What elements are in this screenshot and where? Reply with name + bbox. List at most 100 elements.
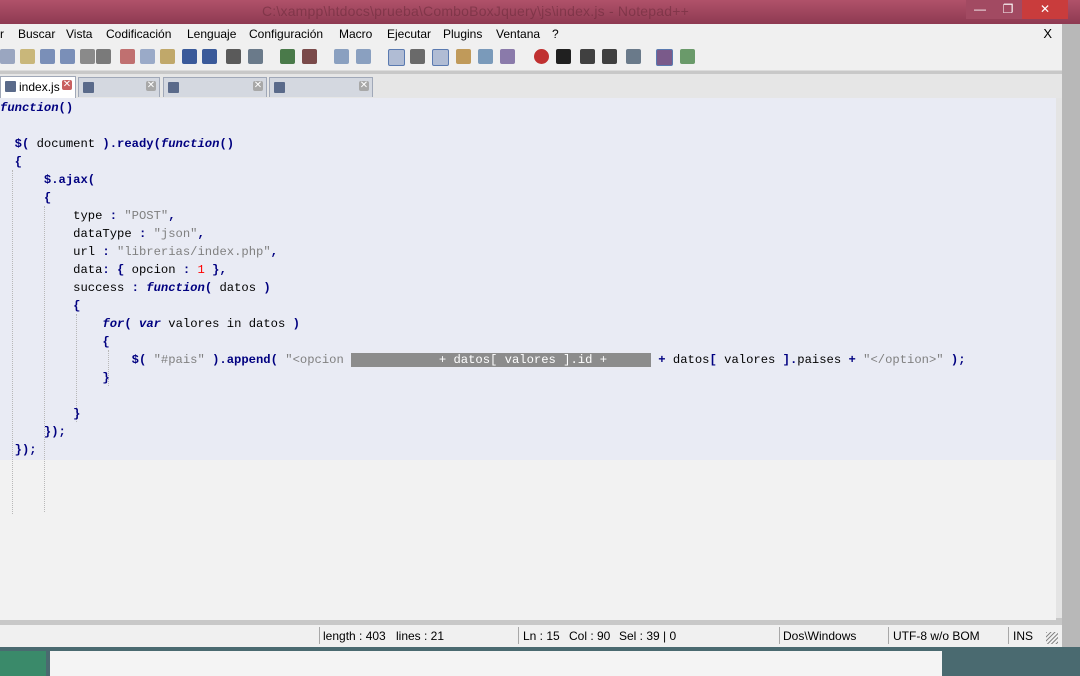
menu-item-codificacion[interactable]: Codificación [106,27,171,41]
word-wrap-icon[interactable] [388,49,405,66]
tab-close-icon[interactable]: ✕ [359,81,369,91]
tab-close-icon[interactable]: ✕ [62,80,72,90]
record-macro-icon[interactable] [534,49,549,64]
code-line[interactable]: } [0,405,80,423]
code-token: [ [709,353,725,367]
new-file-icon[interactable] [0,49,15,64]
code-line[interactable]: $.ajax( [0,171,95,189]
taskbar-window[interactable] [50,651,942,676]
code-line[interactable]: $( document ).ready(function() [0,135,234,153]
function-list-icon[interactable] [500,49,515,64]
open-file-icon[interactable] [20,49,35,64]
tab-file-3[interactable]: ✕ [163,77,267,97]
code-token: + datos[ valores ].id + [351,353,651,367]
code-line[interactable]: function() [0,99,73,117]
code-token: : [109,209,125,223]
close-document-button[interactable]: X [1043,26,1052,41]
stop-macro-icon[interactable] [556,49,571,64]
code-line[interactable]: { [0,297,80,315]
code-line[interactable]: for( var valores in datos ) [0,315,300,333]
code-line[interactable]: $( "#pais" ).append( "<opcion + datos[ v… [0,351,966,369]
user-lang-icon[interactable] [456,49,471,64]
copy-icon[interactable] [140,49,155,64]
menu-item-macro[interactable]: Macro [339,27,372,41]
status-column: Col : 90 [569,629,611,643]
code-line[interactable]: url : "librerias/index.php", [0,243,278,261]
menu-item-plugins[interactable]: Plugins [443,27,482,41]
status-eol[interactable]: Dos\Windows [783,629,856,643]
menu-item-vista[interactable]: Vista [66,27,92,41]
tab-close-icon[interactable]: ✕ [146,81,156,91]
cut-icon[interactable] [120,49,135,64]
code-token: "</option>" [863,353,944,367]
code-area[interactable]: function() $( document ).ready(function(… [0,98,1056,514]
print-icon[interactable] [96,49,111,64]
save-icon[interactable] [40,49,55,64]
code-line[interactable]: { [0,189,51,207]
code-token: datos [219,281,264,295]
show-all-chars-icon[interactable] [410,49,425,64]
save-macro-icon[interactable] [626,49,641,64]
code-token: dataType [0,227,139,241]
code-token: opcion [131,263,183,277]
code-line[interactable]: type : "POST", [0,207,175,225]
code-line[interactable]: { [0,153,22,171]
zoom-in-icon[interactable] [280,49,295,64]
code-token: valores [724,353,783,367]
menu-item-lenguaje[interactable]: Lenguaje [187,27,236,41]
code-line[interactable]: }); [0,423,66,441]
zoom-out-icon[interactable] [302,49,317,64]
menu-item-ejecutar[interactable]: Ejecutar [387,27,431,41]
menu-item-configuracion[interactable]: Configuración [249,27,323,41]
replace-icon[interactable] [248,49,263,64]
tab-file-4[interactable]: ✕ [269,77,373,97]
code-line[interactable]: { [0,333,109,351]
undo-icon[interactable] [182,49,197,64]
plugin-b-icon[interactable] [680,49,695,64]
tab-index-js[interactable]: index.js ✕ [0,76,76,98]
sync-vertical-icon[interactable] [334,49,349,64]
minimize-button[interactable]: — [966,0,994,19]
code-token: } [0,407,81,421]
menu-item-help[interactable]: ? [552,27,559,41]
status-insert-mode[interactable]: INS [1013,629,1033,643]
code-line[interactable]: success : function( datos ) [0,279,271,297]
code-line[interactable]: dataType : "json", [0,225,205,243]
code-token: function [0,101,59,115]
code-editor[interactable]: function() $( document ).ready(function(… [0,98,1056,620]
code-token: ).ready( [95,137,161,151]
tab-file-2[interactable]: ✕ [78,77,160,97]
code-line[interactable]: } [0,369,109,387]
redo-icon[interactable] [202,49,217,64]
close-file-icon[interactable] [80,49,95,64]
sync-horizontal-icon[interactable] [356,49,371,64]
close-window-button[interactable]: ✕ [1022,0,1068,19]
find-icon[interactable] [226,49,241,64]
tab-close-icon[interactable]: ✕ [253,81,263,91]
code-token: data [0,263,103,277]
status-encoding[interactable]: UTF-8 w/o BOM [893,629,980,643]
menu-item-partial[interactable]: r [0,27,4,41]
code-token: { [0,155,22,169]
menu-item-buscar[interactable]: Buscar [18,27,55,41]
play-macro-icon[interactable] [580,49,595,64]
status-bar: length : 403 lines : 21 Ln : 15 Col : 90… [0,624,1062,647]
resize-grip[interactable] [1046,632,1058,644]
maximize-button[interactable]: ❐ [994,0,1022,19]
tab-label: index.js [19,80,60,94]
code-token: document [36,137,96,151]
code-token: type [0,209,110,223]
taskbar-app-icon[interactable] [0,651,46,676]
code-token: ); [943,353,966,367]
plugin-a-icon[interactable] [656,49,673,66]
doc-map-icon[interactable] [478,49,493,64]
code-line[interactable]: data: { opcion : 1 }, [0,261,227,279]
indent-guide-icon[interactable] [432,49,449,66]
run-macro-multiple-icon[interactable] [602,49,617,64]
menu-item-ventana[interactable]: Ventana [496,27,540,41]
file-icon [168,82,179,93]
code-line[interactable]: }); [0,441,37,459]
paste-icon[interactable] [160,49,175,64]
save-all-icon[interactable] [60,49,75,64]
